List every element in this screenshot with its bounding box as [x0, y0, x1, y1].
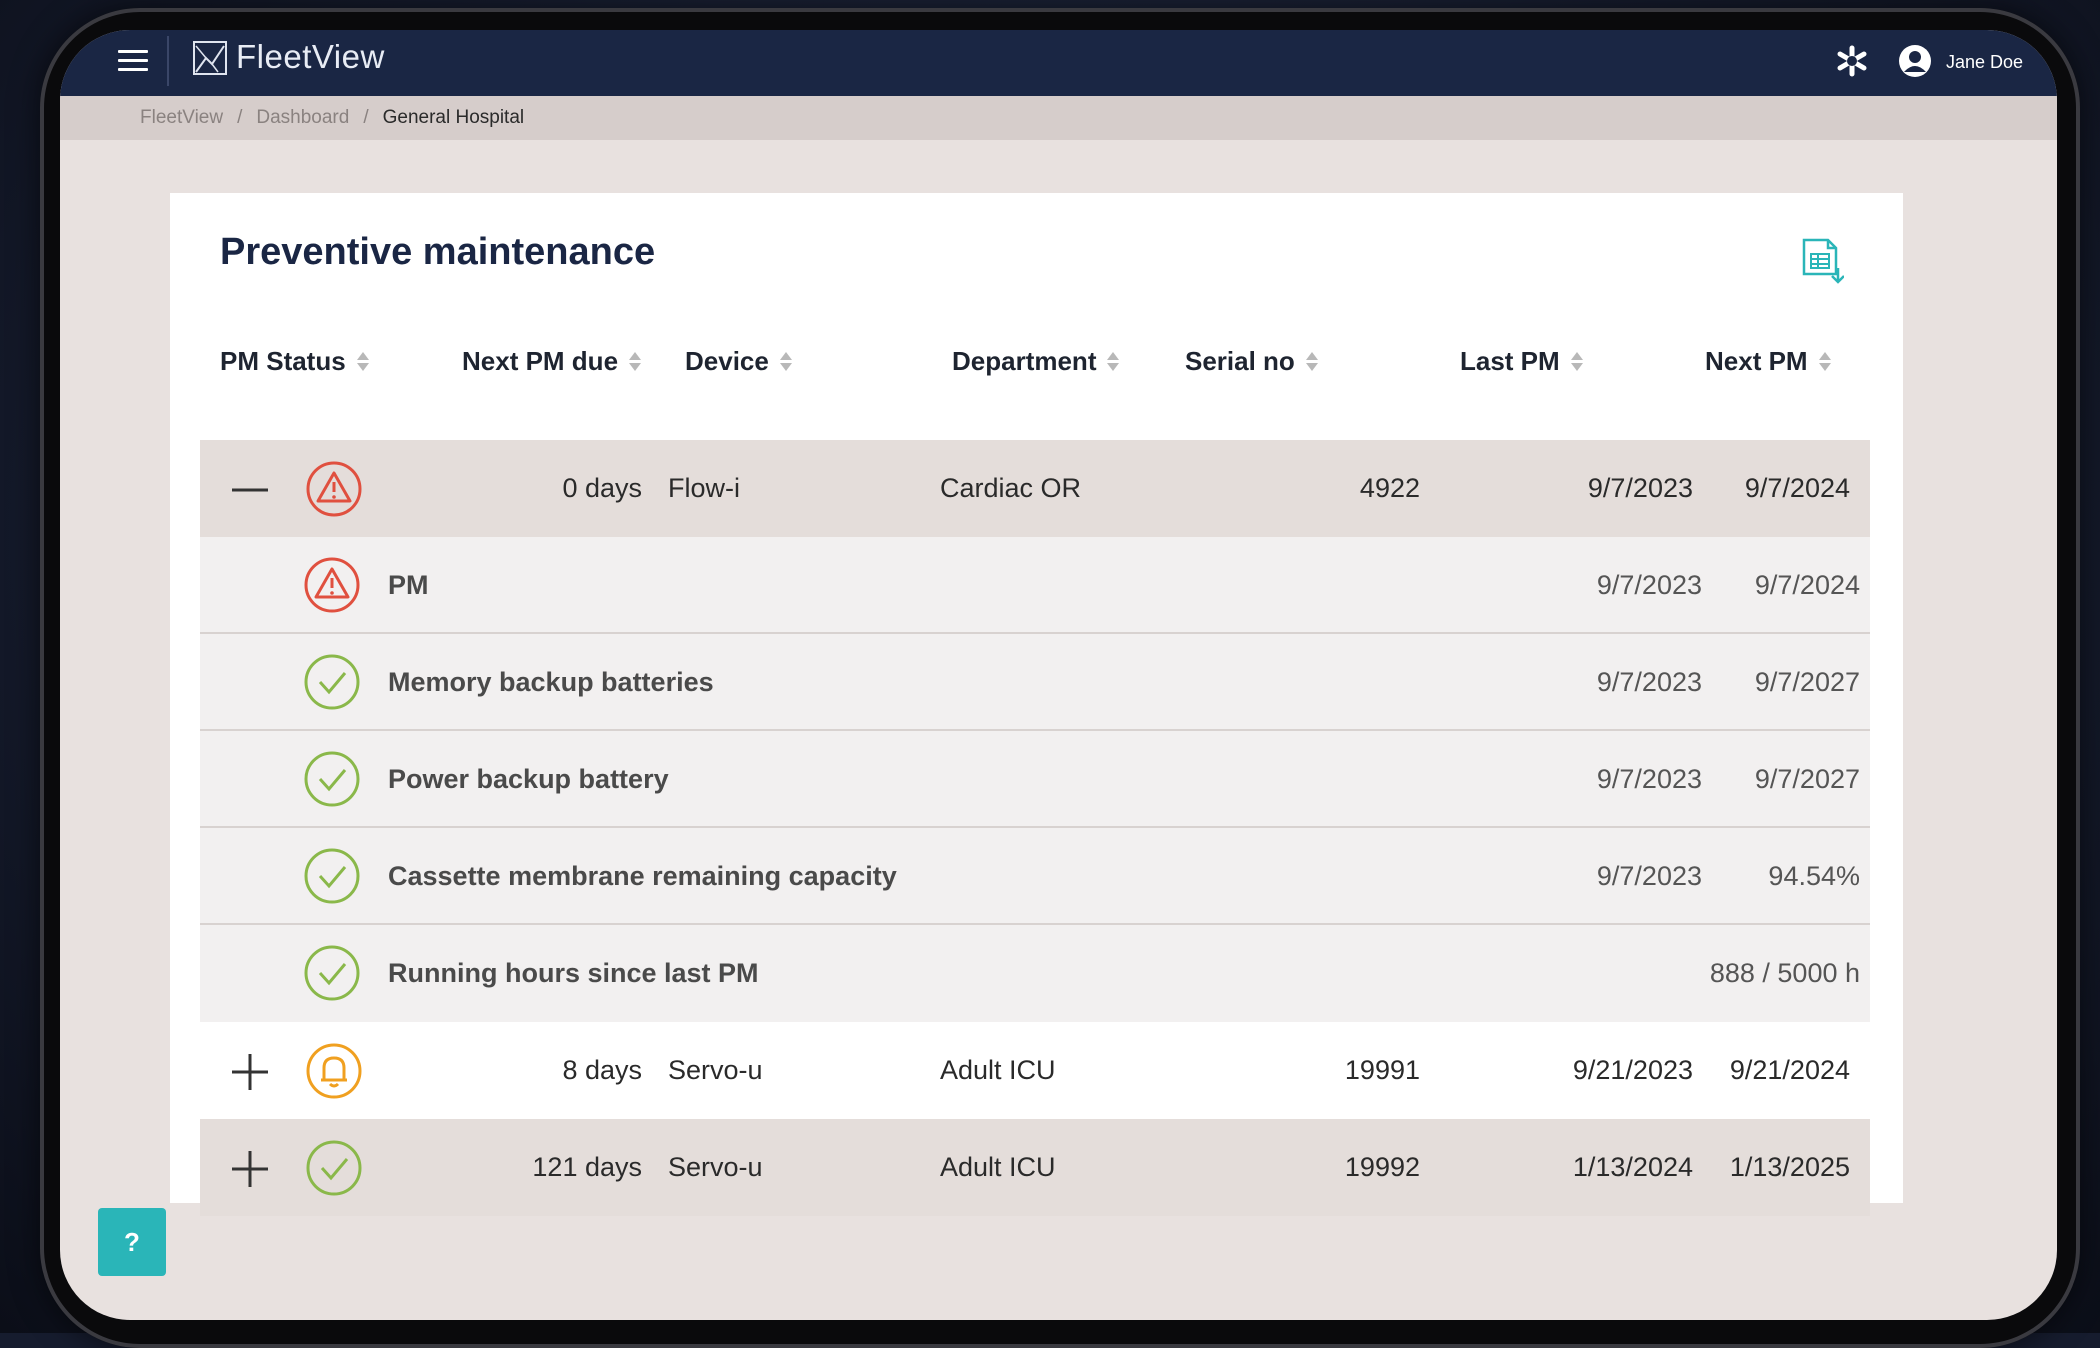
- breadcrumb-separator: /: [237, 107, 243, 128]
- breadcrumb-separator: /: [363, 107, 369, 128]
- sub-row-label: Power backup battery: [388, 764, 669, 794]
- user-avatar-icon[interactable]: [1898, 44, 1932, 78]
- expand-icon[interactable]: [230, 1149, 270, 1189]
- sort-icon[interactable]: [1106, 351, 1120, 373]
- bell-icon: [306, 1043, 362, 1099]
- sub-row-last: 9/7/2023: [1596, 861, 1702, 891]
- header-divider: [167, 36, 169, 86]
- table-header: PM Status Next PM due Device Department …: [170, 338, 1903, 398]
- sub-row-next: 9/7/2027: [1754, 764, 1860, 794]
- table-row[interactable]: 0 days Flow-i Cardiac OR 4922 9/7/2023 9…: [200, 440, 1870, 537]
- sub-row: Cassette membrane remaining capacity 9/7…: [200, 828, 1870, 925]
- sub-row-next: 9/7/2027: [1754, 667, 1860, 697]
- sort-icon[interactable]: [1818, 351, 1832, 373]
- department: Adult ICU: [940, 1152, 1056, 1182]
- menu-icon[interactable]: [118, 50, 148, 74]
- serial-no: 19991: [1344, 1055, 1420, 1085]
- sub-row-label: Memory backup batteries: [388, 667, 714, 697]
- warning-icon: [304, 557, 360, 613]
- sub-row-last: [1460, 925, 1702, 1022]
- sub-row: Memory backup batteries 9/7/2023 9/7/202…: [200, 634, 1870, 731]
- check-circle-icon: [304, 945, 360, 1001]
- column-header-device[interactable]: Device: [685, 346, 793, 377]
- export-spreadsheet-icon[interactable]: [1800, 238, 1844, 286]
- warning-icon: [306, 461, 362, 517]
- last-pm: 1/13/2024: [1572, 1152, 1693, 1182]
- top-navigation-bar: FleetView Jane Doe: [60, 30, 2057, 96]
- column-header-department[interactable]: Department: [952, 346, 1120, 377]
- breadcrumb-item-dashboard[interactable]: Dashboard: [256, 107, 349, 129]
- app-name: FleetView: [236, 38, 385, 75]
- department: Adult ICU: [940, 1055, 1056, 1085]
- last-pm: 9/21/2023: [1572, 1055, 1693, 1085]
- table-row[interactable]: 8 days Servo-u Adult ICU 19991 9/21/2023…: [200, 1022, 1870, 1119]
- sub-row-last: 9/7/2023: [1596, 570, 1702, 600]
- sort-icon[interactable]: [628, 351, 642, 373]
- card-title: Preventive maintenance: [220, 231, 656, 273]
- check-circle-icon: [304, 848, 360, 904]
- sub-row: Power backup battery 9/7/2023 9/7/2027: [200, 731, 1870, 828]
- serial-no: 4922: [1359, 473, 1420, 503]
- device: Flow-i: [668, 473, 740, 503]
- sub-row-label: PM: [388, 570, 429, 600]
- device: Servo-u: [668, 1055, 763, 1085]
- next-pm: 9/7/2024: [1744, 473, 1850, 503]
- last-pm: 9/7/2023: [1587, 473, 1693, 503]
- column-header-next-pm[interactable]: Next PM: [1705, 346, 1832, 377]
- sub-row: Running hours since last PM 888 / 5000 h: [200, 925, 1870, 1022]
- sub-row-next: 9/7/2024: [1754, 570, 1860, 600]
- help-button[interactable]: ?: [98, 1208, 166, 1276]
- collapse-icon[interactable]: [230, 470, 270, 510]
- fleetview-logo-icon: [193, 41, 227, 75]
- sub-row-next: 94.54%: [1768, 861, 1860, 891]
- preventive-maintenance-card: Preventive maintenance PM Status Next PM…: [170, 193, 1903, 1216]
- next-pm-due: 121 days: [532, 1152, 642, 1182]
- breadcrumb: FleetView / Dashboard / General Hospital: [60, 96, 2057, 140]
- column-header-pm-status[interactable]: PM Status: [220, 346, 370, 377]
- column-header-next-pm-due[interactable]: Next PM due: [462, 346, 642, 377]
- sub-row-label: Running hours since last PM: [388, 958, 759, 988]
- column-header-last-pm[interactable]: Last PM: [1460, 346, 1584, 377]
- sort-icon[interactable]: [1570, 351, 1584, 373]
- settings-icon[interactable]: [1835, 44, 1869, 78]
- sort-icon[interactable]: [1305, 351, 1319, 373]
- next-pm-due: 8 days: [562, 1055, 642, 1085]
- check-circle-icon: [304, 751, 360, 807]
- next-pm: 9/21/2024: [1729, 1055, 1850, 1085]
- check-circle-icon: [304, 654, 360, 710]
- breadcrumb-item-fleetview[interactable]: FleetView: [140, 107, 223, 129]
- sort-icon[interactable]: [779, 351, 793, 373]
- sub-row-last: 9/7/2023: [1596, 667, 1702, 697]
- serial-no: 19992: [1344, 1152, 1420, 1182]
- sub-row-label: Cassette membrane remaining capacity: [388, 861, 897, 891]
- table-row[interactable]: 121 days Servo-u Adult ICU 19992 1/13/20…: [200, 1119, 1870, 1216]
- app-screen: FleetView Jane Doe FleetView / Dashboard…: [60, 30, 2057, 1320]
- expand-icon[interactable]: [230, 1052, 270, 1092]
- department: Cardiac OR: [940, 473, 1082, 503]
- next-pm: 1/13/2025: [1729, 1152, 1850, 1182]
- breadcrumb-item-current: General Hospital: [382, 107, 525, 128]
- device: Servo-u: [668, 1152, 763, 1182]
- sub-row: PM 9/7/2023 9/7/2024: [200, 537, 1870, 634]
- check-circle-icon: [306, 1140, 362, 1196]
- sub-row-next: 888 / 5000 h: [1709, 958, 1860, 988]
- user-name[interactable]: Jane Doe: [1946, 52, 2023, 73]
- column-header-serial-no[interactable]: Serial no: [1185, 346, 1319, 377]
- sub-row-last: 9/7/2023: [1596, 764, 1702, 794]
- next-pm-due: 0 days: [562, 473, 642, 503]
- sort-icon[interactable]: [356, 351, 370, 373]
